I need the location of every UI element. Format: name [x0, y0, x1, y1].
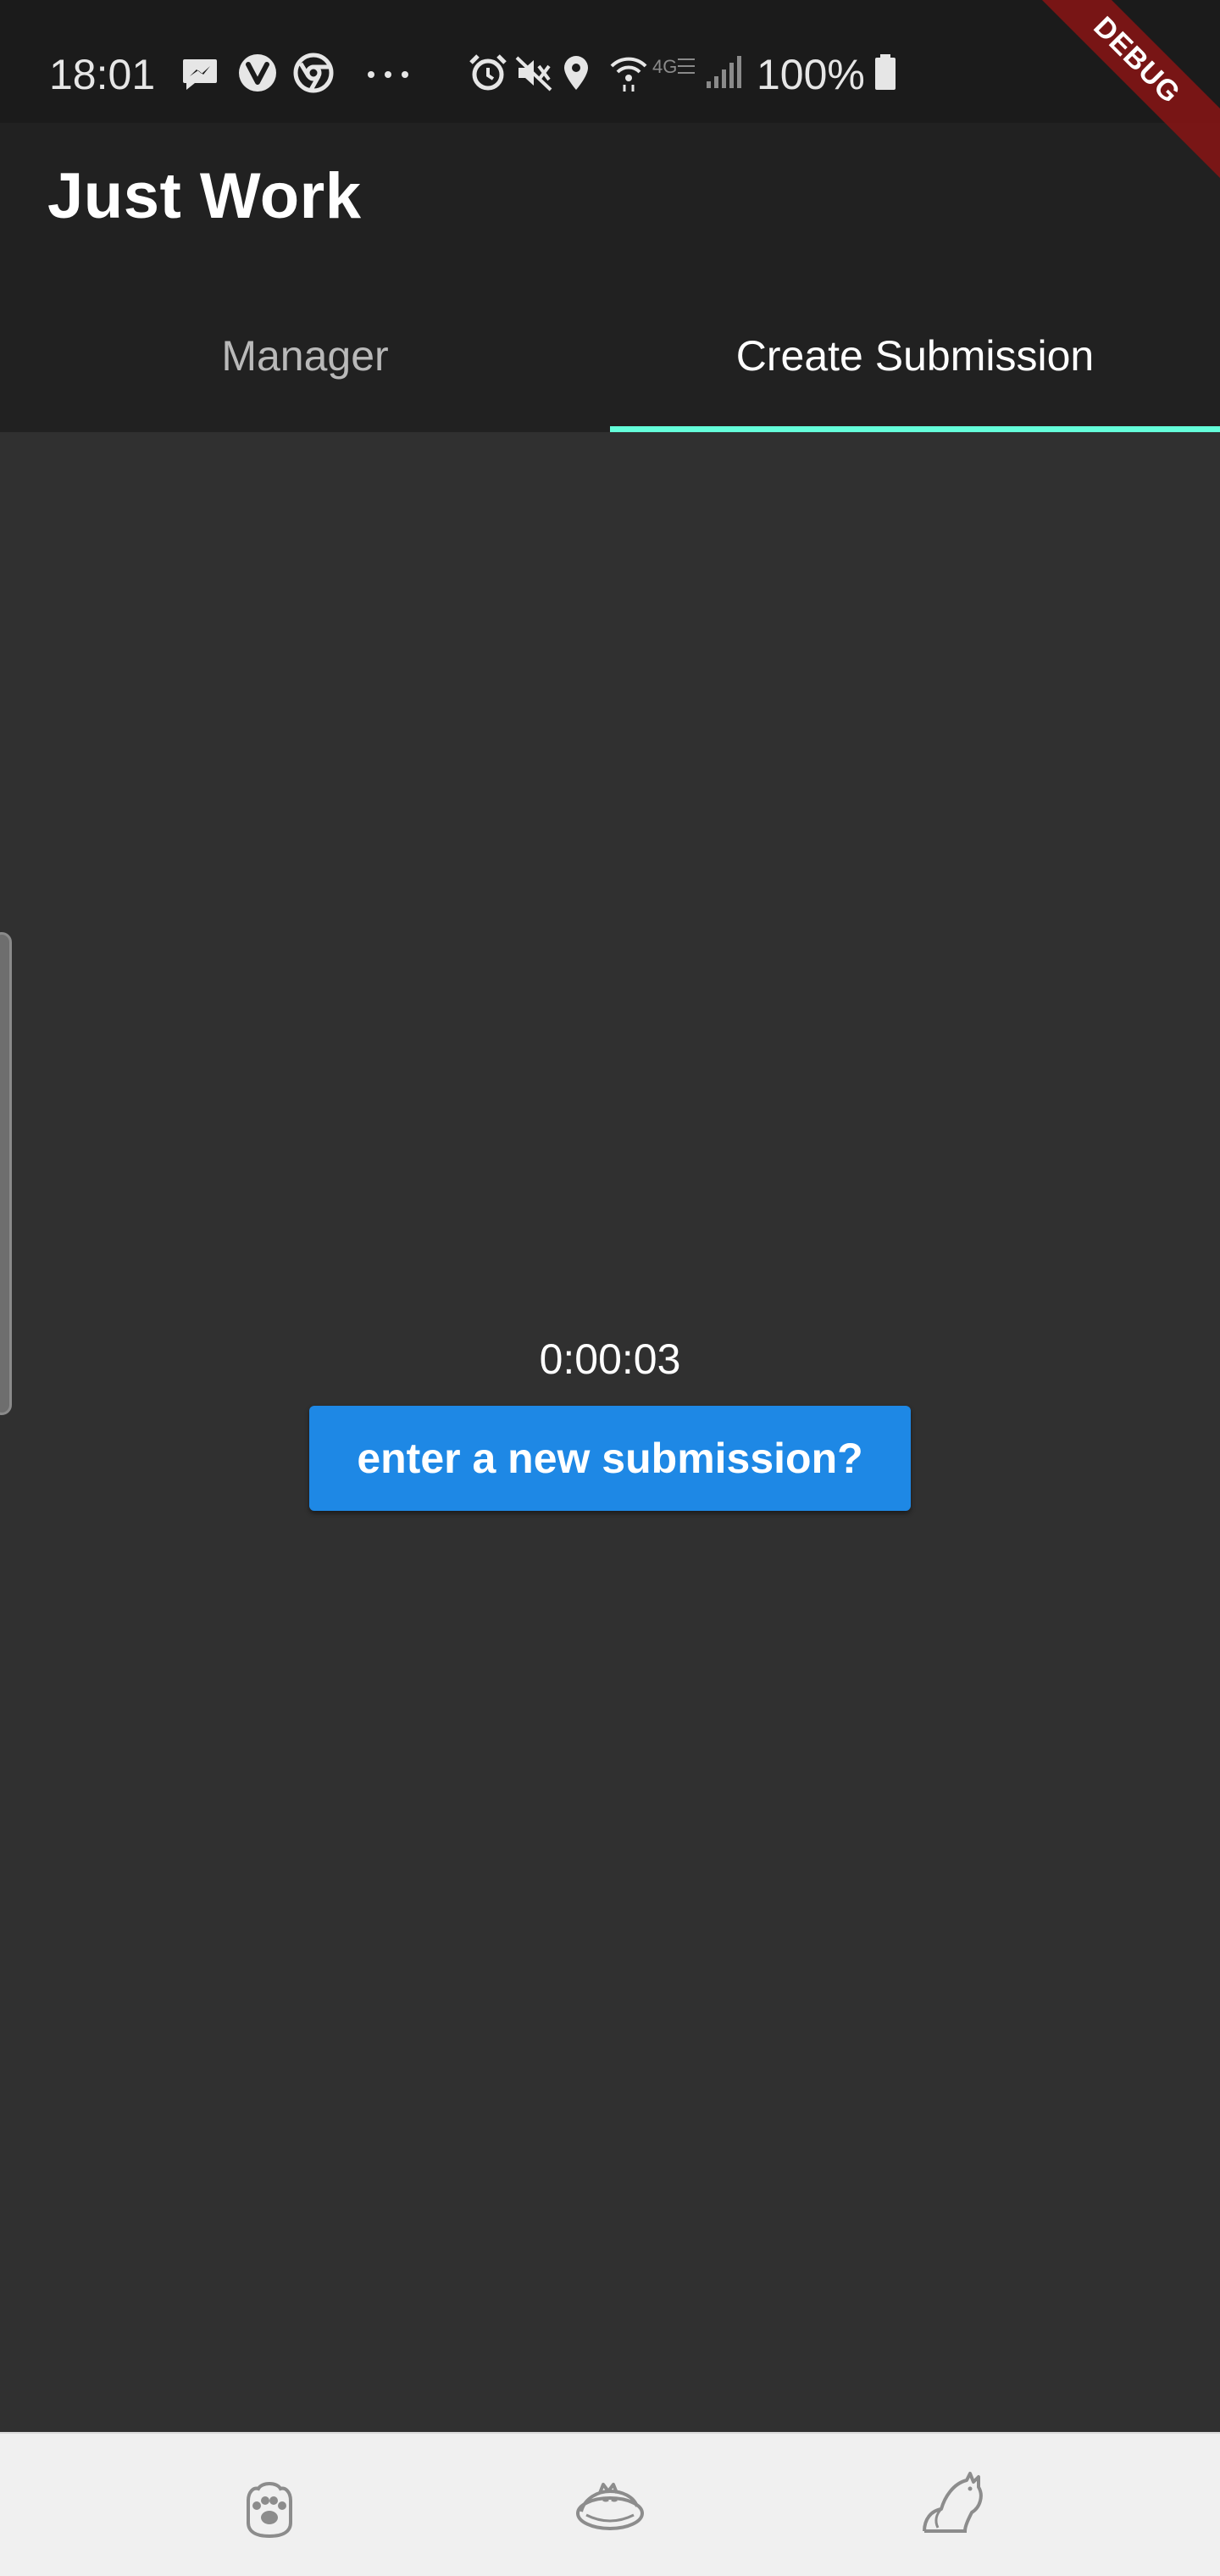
- tab-bar: Manager Create Submission: [0, 280, 1220, 432]
- status-bar: 18:01 4G 100%: [0, 0, 1220, 123]
- sleeping-cat-icon: [574, 2474, 646, 2538]
- tab-create-submission-label: Create Submission: [735, 332, 1095, 380]
- stretching-cat-icon: [916, 2470, 987, 2542]
- 4g-icon: 4G: [652, 54, 702, 95]
- wifi-icon: [608, 53, 649, 93]
- battery-percent: 100%: [757, 51, 865, 98]
- elapsed-timer: 0:00:03: [539, 1335, 681, 1383]
- more-dots-icon: [364, 53, 408, 93]
- tab-manager-label: Manager: [221, 332, 389, 380]
- app-title: Just Work: [47, 160, 362, 232]
- nav-item-stretching-cat[interactable]: [905, 2459, 998, 2552]
- bottom-nav: [0, 2432, 1220, 2576]
- tab-indicator: [610, 426, 1220, 432]
- alarm-icon: [468, 53, 508, 93]
- paw-icon: [240, 2470, 299, 2542]
- app-screen: 18:01 4G 100% Just Work Manager Create S…: [0, 0, 1220, 2576]
- vivaldi-icon: [237, 53, 278, 93]
- network-label: 4G: [652, 56, 677, 77]
- tab-create-submission[interactable]: Create Submission: [610, 280, 1220, 432]
- tab-manager[interactable]: Manager: [0, 280, 610, 432]
- messenger-icon: [180, 53, 220, 93]
- app-bar: Just Work Manager Create Submission: [0, 123, 1220, 432]
- battery-icon: [873, 53, 913, 93]
- location-icon: [556, 53, 596, 93]
- chrome-icon: [293, 53, 334, 93]
- nav-item-sleeping-cat[interactable]: [563, 2459, 657, 2552]
- nav-item-paw[interactable]: [223, 2459, 316, 2552]
- new-submission-button[interactable]: enter a new submission?: [309, 1406, 911, 1511]
- signal-icon: [703, 53, 744, 93]
- mute-icon: [513, 53, 554, 93]
- status-time: 18:01: [49, 51, 156, 98]
